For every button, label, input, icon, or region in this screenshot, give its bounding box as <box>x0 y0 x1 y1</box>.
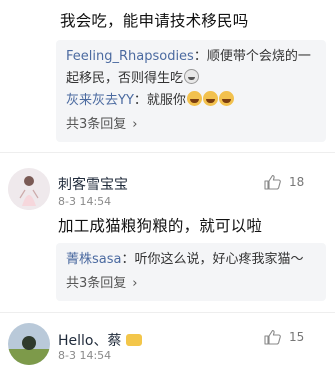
comment-3: Hello、蔡 8-3 14:54 15 <box>0 313 335 369</box>
reply-item[interactable]: Feeling_Rhapsodies：顺便带个会烧的一起移民，否则得生吃 <box>66 46 318 90</box>
thumb-up-icon <box>264 174 281 190</box>
comment-text: 加工成猫粮狗粮的，就可以啦 <box>58 217 263 235</box>
username[interactable]: Hello、蔡 <box>58 330 142 350</box>
chevron-right-icon: › <box>132 276 138 291</box>
member-badge-icon <box>125 334 142 346</box>
avatar[interactable] <box>8 168 50 210</box>
thumb-up-icon <box>264 329 281 345</box>
reply-box[interactable]: 菁株sasa：听你这么说，好心疼我家猫～ 共3条回复 › <box>56 243 326 301</box>
reply-user[interactable]: Feeling_Rhapsodies <box>66 49 194 64</box>
username[interactable]: 刺客雪宝宝 <box>58 174 128 194</box>
reply-item[interactable]: 灰来灰去YY：就服你 <box>66 90 318 112</box>
chevron-right-icon: › <box>132 117 138 132</box>
laugh-emoji-icon <box>218 91 234 106</box>
reply-user[interactable]: 菁株sasa <box>66 252 121 267</box>
avatar[interactable] <box>8 323 50 365</box>
timestamp: 8-3 14:54 <box>58 349 112 362</box>
laugh-emoji-icon <box>186 91 202 106</box>
reply-text: 就服你 <box>146 93 186 108</box>
comment-1: 我会吃，能申请技术移民吗 Feeling_Rhapsodies：顺便带个会烧的一… <box>0 0 335 150</box>
laugh-emoji-icon <box>202 91 218 106</box>
timestamp: 8-3 14:54 <box>58 195 112 208</box>
like-button[interactable]: 18 <box>264 174 304 190</box>
like-button[interactable]: 15 <box>264 329 304 345</box>
reply-box[interactable]: Feeling_Rhapsodies：顺便带个会烧的一起移民，否则得生吃 灰来灰… <box>56 40 326 142</box>
view-more-replies[interactable]: 共3条回复 › <box>66 271 318 297</box>
comment-2: 刺客雪宝宝 8-3 14:54 18 加工成猫粮狗粮的，就可以啦 菁株sasa：… <box>0 153 335 315</box>
view-more-replies[interactable]: 共3条回复 › <box>66 112 318 138</box>
reply-user[interactable]: 灰来灰去YY <box>66 93 134 108</box>
reply-text: 听你这么说，好心疼我家猫～ <box>134 252 304 267</box>
dizzy-emoji-icon <box>184 69 200 84</box>
like-count: 18 <box>289 175 305 189</box>
reply-item[interactable]: 菁株sasa：听你这么说，好心疼我家猫～ <box>66 249 318 271</box>
comment-text: 我会吃，能申请技术移民吗 <box>60 12 249 30</box>
like-count: 15 <box>289 330 305 344</box>
